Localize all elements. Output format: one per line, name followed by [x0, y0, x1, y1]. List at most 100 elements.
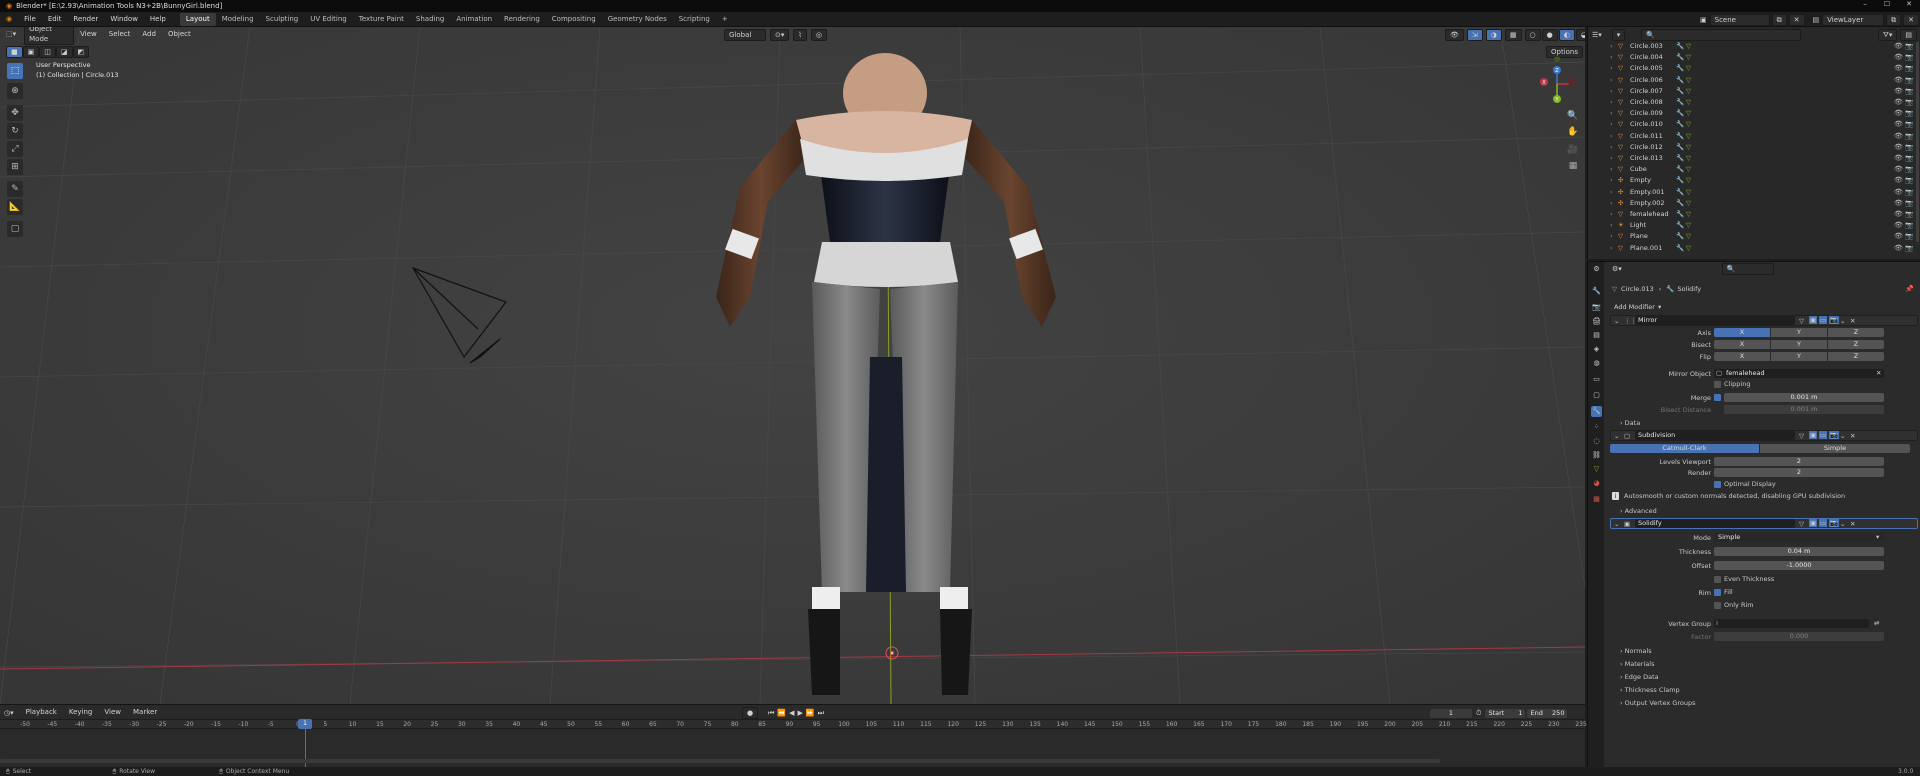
even-thickness-checkbox[interactable]	[1714, 576, 1721, 583]
normals-panel-toggle[interactable]: › Normals	[1620, 647, 1652, 655]
outliner-row[interactable]: › ▽ Circle.013 🔧 ▽ 👁 📷	[1588, 154, 1920, 165]
play-icon[interactable]: ▶	[798, 709, 803, 717]
mesh-data-icon[interactable]: ▽	[1686, 98, 1691, 106]
mirror-axis-z-button[interactable]: Z	[1828, 328, 1884, 337]
expand-arrow-icon[interactable]: ›	[1610, 87, 1613, 95]
outliner-row-name[interactable]: femalehead	[1630, 210, 1669, 218]
render-camera-icon[interactable]: 📷	[1905, 188, 1913, 196]
mirror-axis-x-button[interactable]: X	[1714, 328, 1770, 337]
expand-arrow-icon[interactable]: ›	[1610, 143, 1613, 151]
outliner-row-name[interactable]: Empty	[1630, 176, 1651, 184]
tab-animation[interactable]: Animation	[450, 13, 498, 26]
modifier-menu-icon[interactable]: ⌄	[1840, 432, 1845, 440]
edge-data-panel-toggle[interactable]: › Edge Data	[1620, 673, 1659, 681]
mesh-data-icon[interactable]: ▽	[1686, 176, 1691, 184]
outliner-row-name[interactable]: Circle.008	[1630, 98, 1663, 106]
visibility-eye-icon[interactable]: 👁	[1894, 199, 1903, 207]
data-tab-icon[interactable]: ▽	[1591, 464, 1602, 475]
outliner-row-name[interactable]: Empty.001	[1630, 188, 1665, 196]
playhead-frame-indicator[interactable]: 1	[298, 719, 312, 729]
outliner-row-name[interactable]: Empty.002	[1630, 199, 1665, 207]
render-camera-icon[interactable]: 📷	[1905, 176, 1913, 184]
outliner-row-name[interactable]: Plane	[1630, 232, 1648, 240]
mesh-data-icon[interactable]: ▽	[1686, 165, 1691, 173]
viewport-toggle-icon[interactable]: ▭	[1819, 316, 1828, 324]
levels-viewport-field[interactable]: 2	[1714, 457, 1884, 466]
collapse-chevron-icon[interactable]: ⌄	[1614, 432, 1619, 440]
mirror-object-field[interactable]: femalehead	[1714, 369, 1884, 378]
clipping-checkbox[interactable]	[1714, 381, 1721, 388]
collapse-chevron-icon[interactable]: ⌄	[1614, 317, 1619, 325]
object-tab-icon[interactable]: ▢	[1591, 390, 1602, 401]
select-box-tool-icon[interactable]: ⬚	[7, 63, 23, 79]
scene-delete-button[interactable]: ✕	[1788, 13, 1805, 26]
render-camera-icon[interactable]: 📷	[1905, 64, 1913, 72]
factor-field[interactable]: 0.000	[1714, 632, 1884, 641]
world-tab-icon[interactable]: ◍	[1591, 358, 1602, 369]
tab-geometry-nodes[interactable]: Geometry Nodes	[602, 13, 673, 26]
maximize-button[interactable]: ☐	[1876, 0, 1898, 12]
pivot-point-icon[interactable]: ⊙▾	[770, 29, 790, 41]
render-toggle-icon[interactable]: 📷	[1829, 431, 1840, 439]
outliner-row-name[interactable]: Light	[1630, 221, 1646, 229]
vertex-group-field[interactable]	[1714, 619, 1869, 628]
advanced-panel-toggle[interactable]: › Advanced	[1620, 507, 1657, 515]
render-tab-icon[interactable]: 📷	[1591, 302, 1602, 313]
catmull-clark-button[interactable]: Catmull-Clark	[1610, 444, 1759, 453]
mesh-data-icon[interactable]: ▽	[1686, 87, 1691, 95]
mesh-data-icon[interactable]: ▽	[1686, 64, 1691, 72]
menu-window[interactable]: Window	[104, 12, 144, 27]
outliner-row[interactable]: › ▽ Circle.003 🔧 ▽ 👁 📷	[1588, 42, 1920, 53]
mesh-data-icon[interactable]: ▽	[1686, 232, 1691, 240]
expand-arrow-icon[interactable]: ›	[1610, 109, 1613, 117]
collapse-chevron-icon[interactable]: ⌄	[1614, 520, 1619, 528]
outliner-row[interactable]: › ▽ Circle.006 🔧 ▽ 👁 📷	[1588, 76, 1920, 87]
data-panel-toggle[interactable]: › Data	[1620, 419, 1640, 427]
tab-modeling[interactable]: Modeling	[216, 13, 260, 26]
cage-toggle-icon[interactable]: ▣	[1809, 316, 1818, 324]
cursor-tool-icon[interactable]: ⊕	[7, 83, 23, 99]
select-mode-intersect-icon[interactable]: ◩	[72, 46, 90, 58]
overlay-toggle-icon[interactable]: ◑	[1485, 29, 1502, 41]
modifier-tab-icon[interactable]: 🔧	[1591, 406, 1602, 417]
mesh-data-icon[interactable]: ▽	[1686, 42, 1691, 50]
outliner-row-name[interactable]: Circle.005	[1630, 64, 1663, 72]
add-cube-tool-icon[interactable]: ▢	[7, 221, 23, 237]
outliner-row[interactable]: › ▽ Circle.005 🔧 ▽ 👁 📷	[1588, 64, 1920, 75]
remove-modifier-icon[interactable]: ✕	[1850, 520, 1855, 528]
bisect-x-button[interactable]: X	[1714, 340, 1770, 349]
cage-toggle-icon[interactable]: ▣	[1809, 519, 1818, 527]
texture-tab-icon[interactable]: ▦	[1591, 494, 1602, 505]
zoom-icon[interactable]: 🔍	[1566, 111, 1580, 125]
merge-distance-field[interactable]: 0.001 m	[1724, 393, 1884, 402]
mesh-data-icon[interactable]: ▽	[1686, 76, 1691, 84]
mesh-data-icon[interactable]: ▽	[1686, 132, 1691, 140]
outliner-filter-icon[interactable]: ⛛▾	[1877, 28, 1898, 41]
expand-arrow-icon[interactable]: ›	[1610, 76, 1613, 84]
modifier-wrench-icon[interactable]: 🔧	[1676, 120, 1684, 128]
record-icon[interactable]: ●	[742, 707, 759, 719]
render-camera-icon[interactable]: 📷	[1905, 210, 1913, 218]
visibility-eye-icon[interactable]: 👁	[1894, 232, 1903, 240]
outliner-row[interactable]: › ☀ Light 🔧 ▽ 👁 📷	[1588, 221, 1920, 232]
simple-subdivision-button[interactable]: Simple	[1760, 444, 1910, 453]
modifier-wrench-icon[interactable]: 🔧	[1676, 199, 1684, 207]
render-toggle-icon[interactable]: 📷	[1829, 316, 1840, 324]
visibility-eye-icon[interactable]: 👁	[1894, 176, 1903, 184]
offset-field[interactable]: -1.0000	[1714, 561, 1884, 570]
start-frame-field[interactable]: 1	[1518, 709, 1522, 718]
tab-compositing[interactable]: Compositing	[546, 13, 602, 26]
menu-render[interactable]: Render	[67, 12, 104, 27]
invert-vertex-group-icon[interactable]: ⇄	[1874, 619, 1879, 627]
materials-panel-toggle[interactable]: › Materials	[1620, 660, 1654, 668]
add-workspace-button[interactable]: +	[716, 13, 734, 26]
editor-type-icon[interactable]: ⬚▾	[6, 30, 16, 38]
modifier-wrench-icon[interactable]: 🔧	[1676, 210, 1684, 218]
modifier-menu-icon[interactable]: ⌄	[1840, 520, 1845, 528]
visibility-eye-icon[interactable]: 👁	[1894, 64, 1903, 72]
outliner-display-mode-icon[interactable]: ▾	[1611, 28, 1626, 41]
viewport-toggle-icon[interactable]: ▭	[1819, 519, 1828, 527]
modifier-wrench-icon[interactable]: 🔧	[1676, 176, 1684, 184]
scene-selector[interactable]: Scene	[1709, 13, 1770, 26]
expand-arrow-icon[interactable]: ›	[1610, 132, 1613, 140]
